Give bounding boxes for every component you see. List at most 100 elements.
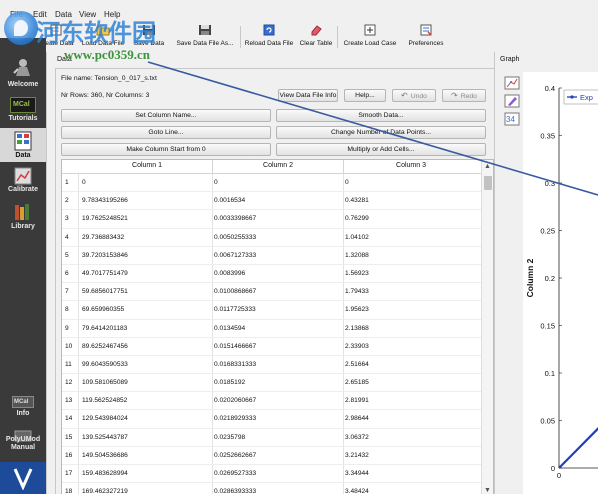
- sidebar-item-tutorials[interactable]: MCal Tutorials: [0, 94, 46, 128]
- cell-column-1[interactable]: 109.581065089: [82, 379, 128, 386]
- data-table[interactable]: Column 1 Column 2 Column 3 1 0 0 0 2 9.783431…: [61, 159, 494, 494]
- cell-column-1[interactable]: 19.7625248521: [82, 215, 128, 222]
- cell-column-3[interactable]: 2.33903: [345, 343, 369, 350]
- cell-column-2[interactable]: 0.0151466667: [214, 343, 256, 350]
- menu-data[interactable]: Data: [55, 10, 72, 19]
- table-row[interactable]: 1 0 0 0: [62, 174, 481, 193]
- reload-data-file-button[interactable]: Reload Data File: [242, 22, 296, 52]
- cell-column-1[interactable]: 99.6043590533: [82, 361, 128, 368]
- column-header[interactable]: Column 2: [213, 162, 343, 169]
- cell-column-3[interactable]: 3.06372: [345, 434, 369, 441]
- cell-column-3[interactable]: 3.21432: [345, 452, 369, 459]
- cell-column-3[interactable]: 3.48424: [345, 488, 369, 494]
- menu-file[interactable]: File: [10, 10, 23, 19]
- table-row[interactable]: 13 119.562524852 0.0202060667 2.81991: [62, 392, 481, 411]
- clear-table-button[interactable]: Clear Table: [298, 22, 334, 52]
- cell-column-3[interactable]: 0: [345, 179, 349, 186]
- cell-column-1[interactable]: 29.736883432: [82, 234, 124, 241]
- cell-column-3[interactable]: 1.56923: [345, 270, 369, 277]
- cell-column-1[interactable]: 119.562524852: [82, 397, 127, 404]
- table-row[interactable]: 11 99.6043590533 0.0168331333 2.51664: [62, 355, 481, 375]
- cell-column-1[interactable]: 129.543984024: [82, 415, 128, 422]
- sidebar-item-library[interactable]: Library: [0, 202, 46, 234]
- smooth-data-button[interactable]: Smooth Data...: [276, 109, 486, 122]
- cell-column-2[interactable]: 0.0252662667: [214, 452, 256, 459]
- scroll-down-arrow-icon[interactable]: ▼: [484, 487, 491, 494]
- cell-column-2[interactable]: 0.0083996: [214, 270, 245, 277]
- pen-edit-icon[interactable]: [504, 94, 520, 108]
- cell-column-3[interactable]: 2.51664: [345, 361, 369, 368]
- cell-column-1[interactable]: 169.462327219: [82, 488, 128, 494]
- cell-column-3[interactable]: 1.79433: [345, 288, 369, 295]
- table-row[interactable]: 2 9.78343195266 0.0016534 0.43281: [62, 192, 481, 211]
- cell-column-1[interactable]: 69.659960355: [82, 306, 124, 313]
- goto-line-button[interactable]: Goto Line...: [61, 126, 271, 139]
- cell-column-1[interactable]: 39.7203153846: [82, 252, 128, 259]
- table-row[interactable]: 14 129.543984024 0.0218929333 2.98644: [62, 410, 481, 429]
- undo-button[interactable]: ↶ Undo: [392, 89, 436, 102]
- save-as-button[interactable]: Save Data File As...: [172, 22, 238, 52]
- make-column-start-zero-button[interactable]: Make Column Start from 0: [61, 143, 271, 156]
- cell-column-2[interactable]: 0.0286393333: [214, 488, 256, 494]
- cell-column-3[interactable]: 2.65185: [345, 379, 369, 386]
- cell-column-2[interactable]: 0.0202060667: [214, 397, 256, 404]
- menu-help[interactable]: Help: [104, 10, 120, 19]
- cell-column-1[interactable]: 49.7017751479: [82, 270, 128, 277]
- scroll-up-arrow-icon[interactable]: ▲: [484, 163, 491, 170]
- cell-column-1[interactable]: 149.504536686: [82, 452, 128, 459]
- scrollbar-thumb[interactable]: [484, 176, 492, 190]
- table-row[interactable]: 9 79.6414201183 0.0134594 2.13868: [62, 319, 481, 338]
- cell-column-2[interactable]: 0.0016534: [214, 197, 245, 204]
- cell-column-3[interactable]: 1.95623: [345, 306, 369, 313]
- cell-column-1[interactable]: 89.6252467456: [82, 343, 128, 350]
- cell-column-2[interactable]: 0.0134594: [214, 325, 245, 332]
- table-row[interactable]: 12 109.581065089 0.0185192 2.65185: [62, 374, 481, 393]
- cell-column-3[interactable]: 1.32088: [345, 252, 369, 259]
- table-row[interactable]: 15 139.525443787 0.0235798 3.06372: [62, 428, 481, 447]
- table-row[interactable]: 6 49.7017751479 0.0083996 1.56923: [62, 264, 481, 284]
- cell-column-2[interactable]: 0.0050255333: [214, 234, 256, 241]
- sidebar-item-mcal-info[interactable]: MCal Info: [0, 394, 46, 424]
- table-row[interactable]: 17 159.483628994 0.0269527333 3.34944: [62, 465, 481, 484]
- column-header[interactable]: Column 1: [82, 162, 212, 169]
- preferences-button[interactable]: Preferences: [404, 22, 448, 52]
- cell-column-1[interactable]: 59.6856017751: [82, 288, 128, 295]
- table-vertical-scrollbar[interactable]: ▲ ▼: [481, 160, 493, 494]
- set-column-name-button[interactable]: Set Column Name...: [61, 109, 271, 122]
- cell-column-1[interactable]: 0: [82, 179, 86, 186]
- multiply-add-cells-button[interactable]: Multiply or Add Cells...: [276, 143, 486, 156]
- menu-view[interactable]: View: [79, 10, 96, 19]
- cell-column-2[interactable]: 0.0100868667: [214, 288, 256, 295]
- cell-column-3[interactable]: 0.76299: [345, 215, 369, 222]
- save-data-button[interactable]: Save Data: [130, 22, 168, 52]
- plot-area[interactable]: 0.40.350.30.250.20.150.10.0500500Column …: [523, 72, 598, 494]
- table-row[interactable]: 16 149.504536686 0.0252662667 3.21432: [62, 446, 481, 465]
- cell-column-2[interactable]: 0.0218929333: [214, 415, 256, 422]
- table-row[interactable]: 7 59.6856017751 0.0100868667 1.79433: [62, 283, 481, 302]
- load-data-file-button[interactable]: Load Data File: [78, 22, 128, 52]
- cell-column-1[interactable]: 139.525443787: [82, 434, 128, 441]
- cell-column-2[interactable]: 0.0117725333: [214, 306, 256, 313]
- cell-column-3[interactable]: 3.34944: [345, 470, 369, 477]
- change-data-points-button[interactable]: Change Number of Data Points...: [276, 126, 486, 139]
- column-header[interactable]: Column 3: [344, 162, 478, 169]
- table-row[interactable]: 3 19.7625248521 0.0033398667 0.76299: [62, 210, 481, 229]
- sidebar-item-welcome[interactable]: Welcome: [0, 52, 46, 92]
- cell-column-1[interactable]: 159.483628994: [82, 470, 128, 477]
- cell-column-2[interactable]: 0.0269527333: [214, 470, 256, 477]
- menu-edit[interactable]: Edit: [33, 10, 47, 19]
- help-button[interactable]: Help...: [344, 89, 386, 102]
- cell-column-2[interactable]: 0.0067127333: [214, 252, 256, 259]
- cell-column-3[interactable]: 0.43281: [345, 197, 369, 204]
- cell-column-3[interactable]: 2.81991: [345, 397, 369, 404]
- cell-column-3[interactable]: 2.98644: [345, 415, 369, 422]
- cell-column-1[interactable]: 9.78343195266: [82, 197, 128, 204]
- cell-column-2[interactable]: 0: [214, 179, 218, 186]
- table-row[interactable]: 18 169.462327219 0.0286393333 3.48424: [62, 483, 481, 494]
- table-row[interactable]: 8 69.659960355 0.0117725333 1.95623: [62, 301, 481, 320]
- cell-column-2[interactable]: 0.0235798: [214, 434, 245, 441]
- redo-button[interactable]: ↷ Redo: [442, 89, 486, 102]
- cell-column-3[interactable]: 1.04102: [345, 234, 369, 241]
- cell-column-2[interactable]: 0.0168331333: [214, 361, 256, 368]
- sidebar-item-calibrate[interactable]: Calibrate: [0, 166, 46, 196]
